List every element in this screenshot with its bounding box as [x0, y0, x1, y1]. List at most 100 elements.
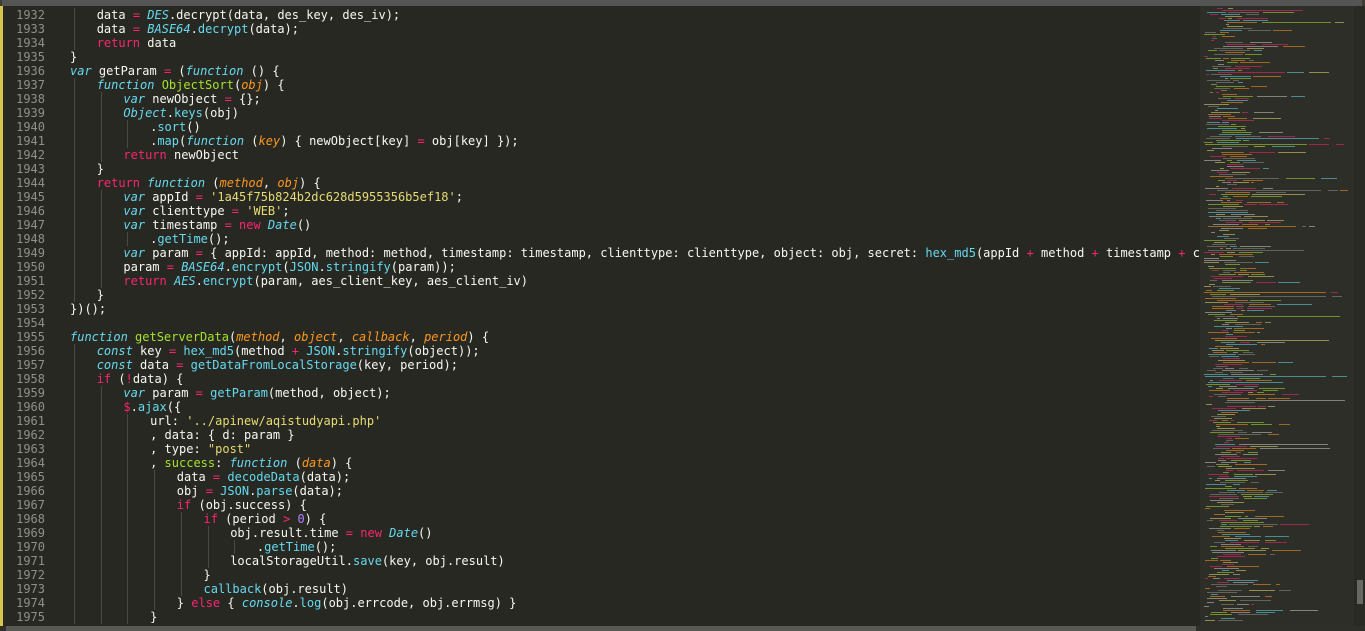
code-token: (obj) [202, 106, 240, 120]
code-line[interactable]: 1968 if (period > 0) { [3, 512, 1200, 526]
code-line[interactable]: 1946 var clienttype = 'WEB'; [3, 204, 1200, 218]
code-line[interactable]: 1956 const key = hex_md5(method + JSON.st… [3, 344, 1200, 358]
code-line[interactable]: 1974} else { console.log(obj.errcode, ob… [3, 596, 1200, 610]
line-number: 1935 [16, 50, 45, 64]
code-token: { appId: appId, method: method, timestam… [202, 246, 926, 260]
code-line[interactable]: 1960 $.ajax({ [3, 400, 1200, 414]
minimap-stroke [1208, 332, 1229, 333]
minimap-stroke [1268, 406, 1275, 407]
code-line[interactable]: 1939 Object.keys(obj) [3, 106, 1200, 120]
code-line[interactable]: 1961 url: '../apinew/aqistudyapi.php' [3, 414, 1200, 428]
code-line[interactable]: 1967 if (obj.success) { [3, 498, 1200, 512]
code-line[interactable]: 1966 obj = JSON.parse(data); [3, 484, 1200, 498]
minimap-stroke [1225, 548, 1255, 549]
code-line[interactable]: 1953})(); [3, 302, 1200, 316]
minimap-stroke [1220, 526, 1252, 527]
minimap-stroke [1223, 196, 1228, 197]
code-line[interactable]: 1958 if (!data) { [3, 372, 1200, 386]
minimap-stroke [1243, 162, 1264, 163]
code-line[interactable]: 1952} [3, 288, 1200, 302]
code-line[interactable]: 1963 , type: "post" [3, 442, 1200, 456]
line-number: 1933 [16, 22, 45, 36]
code-line[interactable]: 1973 callback(obj.result) [3, 582, 1200, 596]
horizontal-scroll-thumb[interactable] [6, 626, 1196, 631]
code-line[interactable]: 1932 data = DES.decrypt(data, des_key, de… [3, 8, 1200, 22]
code-token: getTime [157, 232, 208, 246]
code-line[interactable]: 1942 return newObject [3, 148, 1200, 162]
code-line[interactable]: 1934 return data [3, 36, 1200, 50]
minimap-stroke [1225, 336, 1247, 337]
minimap-stroke [1230, 542, 1259, 543]
minimap-stroke [1230, 246, 1237, 247]
indent-guide [74, 148, 75, 162]
indent-guide [234, 540, 236, 554]
line-number: 1966 [16, 484, 45, 498]
minimap-stroke [1204, 262, 1219, 263]
code-token: "post" [207, 442, 252, 456]
code-line[interactable]: 1962 , data: { d: param } [3, 428, 1200, 442]
minimap-stroke [1211, 338, 1237, 339]
code-line[interactable]: 1970 .getTime(); [3, 540, 1200, 554]
code-token: var [123, 246, 146, 260]
code-line[interactable]: 1941 .map(function (key) { newObject[key]… [3, 134, 1200, 148]
horizontal-tab-scrollbar[interactable] [0, 0, 1365, 6]
code-line[interactable]: 1959 var param = getParam(method, object)… [3, 386, 1200, 400]
code-line[interactable]: 1940 .sort() [3, 120, 1200, 134]
code-text: var getParam = (function () { [70, 64, 280, 78]
tab-scroll-thumb[interactable] [2, 0, 1362, 6]
minimap-stroke [1250, 446, 1278, 447]
code-line[interactable]: 1965 data = decodeData(data); [3, 470, 1200, 484]
code-line[interactable]: 1975} [3, 610, 1200, 624]
minimap-stroke [1261, 548, 1269, 549]
indent-guide [100, 428, 102, 442]
line-number: 1968 [16, 512, 45, 526]
minimap-stroke [1238, 614, 1268, 615]
minimap-stroke [1256, 610, 1283, 611]
code-line[interactable]: 1936 var getParam = (function () { [3, 64, 1200, 78]
minimap-stroke [1216, 186, 1219, 187]
code-line[interactable]: 1933 data = BASE64.decrypt(data); [3, 22, 1200, 36]
code-editor[interactable]: 1932 data = DES.decrypt(data, des_key, de… [3, 8, 1200, 626]
vertical-scrollbar[interactable] [1354, 6, 1365, 626]
line-number: 1949 [16, 246, 45, 260]
code-line[interactable]: 1937 function ObjectSort(obj) { [3, 78, 1200, 92]
minimap-stroke [1204, 606, 1209, 607]
code-line[interactable]: 1954 [3, 316, 1200, 330]
minimap-stroke [1243, 454, 1258, 455]
code-line[interactable]: 1943} [3, 162, 1200, 176]
code-line[interactable]: 1971 localStorageUtil.save(key, obj.resul… [3, 554, 1200, 568]
minimap-stroke [1251, 86, 1267, 87]
code-line[interactable]: 1957 const data = getDataFromLocalStorage… [3, 358, 1200, 372]
minimap[interactable] [1200, 6, 1354, 626]
minimap-stroke [1217, 172, 1227, 173]
code-token: = [132, 8, 141, 22]
code-line[interactable]: 1972} [3, 568, 1200, 582]
code-line[interactable]: 1951 return AES.encrypt(param, aes_client… [3, 274, 1200, 288]
code-token: BASE64 [173, 260, 225, 274]
minimap-stroke [1216, 426, 1220, 427]
code-line[interactable]: 1949 var param = { appId: appId, method: … [3, 246, 1200, 260]
code-line[interactable]: 1955 function getServerData(method, objec… [3, 330, 1200, 344]
code-line[interactable]: 1938 var newObject = {}; [3, 92, 1200, 106]
minimap-stroke [1227, 398, 1249, 399]
code-text: url: '../apinew/aqistudyapi.php' [150, 414, 381, 428]
code-line[interactable]: 1948 .getTime(); [3, 232, 1200, 246]
code-token: return [123, 148, 167, 162]
minimap-stroke [1237, 316, 1340, 317]
indent-guide [127, 442, 129, 456]
indent-guide [74, 428, 75, 442]
horizontal-scrollbar[interactable] [0, 626, 1365, 631]
vertical-scroll-thumb[interactable] [1357, 580, 1363, 604]
minimap-stroke [1225, 322, 1249, 323]
code-line[interactable]: 1947 var timestamp = new Date() [3, 218, 1200, 232]
code-line[interactable]: 1969 obj.result.time = new Date() [3, 526, 1200, 540]
indent-guide [100, 274, 102, 288]
code-text: .getTime(); [150, 232, 230, 246]
code-line[interactable]: 1964, success: function (data) { [3, 456, 1200, 470]
code-line[interactable]: 1935} [3, 50, 1200, 64]
code-line[interactable]: 1944 return function (method, obj) { [3, 176, 1200, 190]
indent-guide [207, 554, 209, 568]
minimap-stroke [1228, 118, 1247, 119]
code-line[interactable]: 1945 var appId = '1a45f75b824b2dc628d5955… [3, 190, 1200, 204]
code-line[interactable]: 1950 param = BASE64.encrypt(JSON.stringif… [3, 260, 1200, 274]
